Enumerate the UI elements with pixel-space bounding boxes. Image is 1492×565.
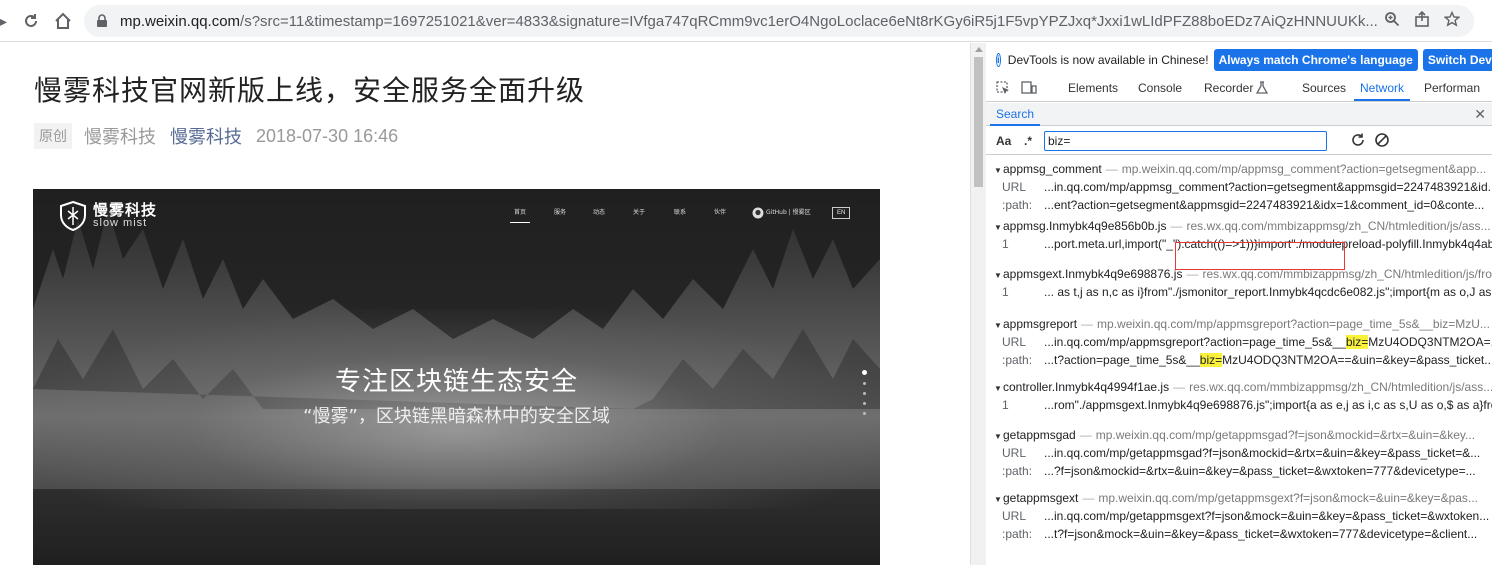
logo-text-en: slow mist — [93, 217, 148, 229]
pager-dot — [862, 392, 866, 395]
devtools-language-infobar: i DevTools is now available in Chinese! … — [986, 47, 1492, 73]
shield-logo-icon — [60, 201, 86, 231]
banner-subheadline: “慢雾”，区块链黑暗森林中的安全区域 — [303, 406, 610, 427]
always-match-language-button[interactable]: Always match Chrome's language — [1213, 49, 1418, 71]
slowmist-logo: 慢雾科技 slow mist — [59, 201, 157, 231]
device-toolbar-icon[interactable] — [1020, 79, 1038, 97]
result-header[interactable]: ▼getappmsgext — mp.weixin.qq.com/mp/getapp… — [986, 489, 1492, 507]
clear-search-icon[interactable] — [1374, 132, 1390, 152]
search-toolbar: Aa .* biz= — [986, 129, 1492, 155]
address-bar[interactable]: mp.weixin.qq.com /s?src=11&timestamp=169… — [84, 5, 1474, 37]
result-line[interactable]: URL ...in.qq.com/mp/appmsg_comment?action… — [986, 178, 1492, 196]
result-header[interactable]: ▼controller.Inmybk4q4994f1ae.js — res.wx.q… — [986, 378, 1492, 396]
search-drawer-header: Search ✕ — [986, 103, 1492, 126]
devtools-panel: i DevTools is now available in Chinese! … — [986, 43, 1492, 565]
banner-lang-button: EN — [832, 207, 851, 219]
close-drawer-icon[interactable]: ✕ — [1474, 106, 1486, 123]
tab-recorder[interactable]: Recorder — [1198, 75, 1259, 101]
article-banner-image: 慢雾科技 slow mist 首页 服务 动态 关于 联系 伙伴 GitHub … — [33, 189, 880, 565]
page-scrollbar[interactable] — [970, 43, 986, 565]
result-line[interactable]: :path: ...t?f=json&mock=&uin=&key=&pass_t… — [986, 525, 1492, 543]
reload-icon — [25, 14, 37, 27]
result-group: ▼getappmsgad — mp.weixin.qq.com/mp/getappm… — [986, 426, 1492, 489]
browser-toolbar: ▸ mp.weixin.qq.com /s?src=11&timestamp=1… — [0, 0, 1492, 42]
result-group: ▼controller.Inmybk4q4994f1ae.js — res.wx.q… — [986, 378, 1492, 426]
result-line[interactable]: URL ...in.qq.com/mp/getappmsgad?f=json&mo… — [986, 444, 1492, 462]
tab-console[interactable]: Console — [1132, 75, 1188, 101]
result-line[interactable]: :path: ...ent?action=getsegment&appmsgid=… — [986, 196, 1492, 214]
tab-performance[interactable]: Performan — [1418, 75, 1486, 101]
banner-nav-contact: 联系 — [674, 208, 687, 216]
lock-icon — [96, 14, 110, 28]
original-badge: 原创 — [34, 123, 72, 149]
result-group: ▼appmsg_comment — mp.weixin.qq.com/mp/appm… — [986, 160, 1492, 217]
result-line[interactable]: URL ...in.qq.com/mp/getappmsgext?f=json&m… — [986, 507, 1492, 525]
regex-toggle[interactable]: .* — [1024, 134, 1032, 148]
flask-icon — [1255, 81, 1269, 98]
pager-dot — [862, 402, 866, 405]
tab-network[interactable]: Network — [1354, 75, 1411, 101]
reload-button[interactable] — [18, 8, 44, 34]
bookmark-star-icon[interactable] — [1443, 10, 1461, 32]
banner-nav-partners: 伙伴 — [714, 208, 727, 216]
banner-nav-home: 首页 — [514, 208, 527, 216]
account-link[interactable]: 慢雾科技 — [170, 123, 242, 149]
annotation-red-box — [1175, 242, 1345, 270]
result-group: ▼appmsgreport — mp.weixin.qq.com/mp/appmsg… — [986, 315, 1492, 378]
match-case-toggle[interactable]: Aa — [996, 134, 1011, 148]
switch-devtools-button[interactable]: Switch DevTo — [1422, 49, 1492, 71]
scroll-thumb[interactable] — [974, 57, 983, 187]
banner-nav-active-indicator — [510, 222, 530, 223]
home-button[interactable] — [50, 8, 76, 34]
result-group: ▼getappmsgext — mp.weixin.qq.com/mp/getapp… — [986, 489, 1492, 552]
banner-pager-dots — [861, 363, 867, 422]
publish-date: 2018-07-30 16:46 — [256, 125, 399, 146]
result-header[interactable]: ▼appmsg.Inmybk4q9e856b0b.js — res.wx.qq.co… — [986, 217, 1492, 235]
home-icon — [55, 12, 71, 29]
article-meta: 原创 慢雾科技 慢雾科技 2018-07-30 16:46 — [34, 123, 398, 149]
result-line[interactable]: :path: ...t?action=page_time_5s&__biz=MzU… — [986, 351, 1492, 369]
result-group: ▼appmsgext.Inmybk4q9e698876.js — res.wx.qq… — [986, 265, 1492, 315]
tab-sources[interactable]: Sources — [1296, 75, 1352, 101]
banner-nav-github: GitHub | 慢雾区 — [766, 208, 811, 216]
banner-nav-services: 服务 — [554, 208, 567, 216]
result-line[interactable]: URL ...in.qq.com/mp/appmsgreport?action=p… — [986, 333, 1492, 351]
article-pane: 慢雾科技官网新版上线，安全服务全面升级 原创 慢雾科技 慢雾科技 2018-07… — [0, 43, 970, 565]
share-icon[interactable] — [1414, 10, 1430, 32]
result-header[interactable]: ▼appmsg_comment — mp.weixin.qq.com/mp/appm… — [986, 160, 1492, 178]
result-line[interactable]: 1... as t,j as n,c as i}from"./jsmonitor… — [986, 283, 1492, 301]
match-highlight: biz= — [1199, 353, 1223, 367]
result-line[interactable]: 1 ...rom"./appmsgext.Inmybk4q9e698876.js"… — [986, 396, 1492, 414]
pager-dot — [862, 412, 866, 415]
tab-search[interactable]: Search — [990, 103, 1041, 126]
logo-text-cn: 慢雾科技 — [93, 202, 158, 219]
result-header[interactable]: ▼getappmsgad — mp.weixin.qq.com/mp/getappm… — [986, 426, 1492, 444]
article-author: 慢雾科技 — [84, 127, 156, 147]
search-results: ▼appmsg_comment — mp.weixin.qq.com/mp/appm… — [986, 160, 1492, 565]
banner-nav-news: 动态 — [593, 208, 606, 216]
infobar-text: DevTools is now available in Chinese! — [1007, 53, 1209, 67]
pager-dot — [861, 370, 867, 375]
info-icon: i — [996, 53, 1001, 67]
inspect-element-icon[interactable] — [994, 79, 1012, 97]
url-path: /s?src=11&timestamp=1697251021&ver=4833&… — [240, 12, 1378, 30]
banner-nav-about: 关于 — [633, 208, 646, 216]
zoom-icon[interactable] — [1384, 11, 1400, 32]
result-header[interactable]: ▼appmsgreport — mp.weixin.qq.com/mp/appmsg… — [986, 315, 1492, 333]
search-input[interactable]: biz= — [1044, 131, 1327, 151]
back-arrow-icon[interactable]: ▸ — [0, 14, 8, 28]
banner-headline: 专注区块链生态安全 — [334, 367, 578, 397]
article-title: 慢雾科技官网新版上线，安全服务全面升级 — [34, 74, 586, 107]
refresh-search-icon[interactable] — [1350, 132, 1366, 153]
match-highlight: biz= — [1345, 335, 1369, 349]
tab-elements[interactable]: Elements — [1062, 75, 1124, 101]
devtools-tab-bar: Elements Console Recorder Sources Networ… — [986, 75, 1492, 102]
scroll-up-arrow-icon[interactable] — [975, 47, 983, 52]
url-host: mp.weixin.qq.com — [120, 12, 241, 30]
github-icon — [752, 207, 764, 219]
pager-dot — [862, 382, 866, 385]
result-line[interactable]: :path: ...?f=json&mockid=&rtx=&uin=&key=&… — [986, 462, 1492, 480]
